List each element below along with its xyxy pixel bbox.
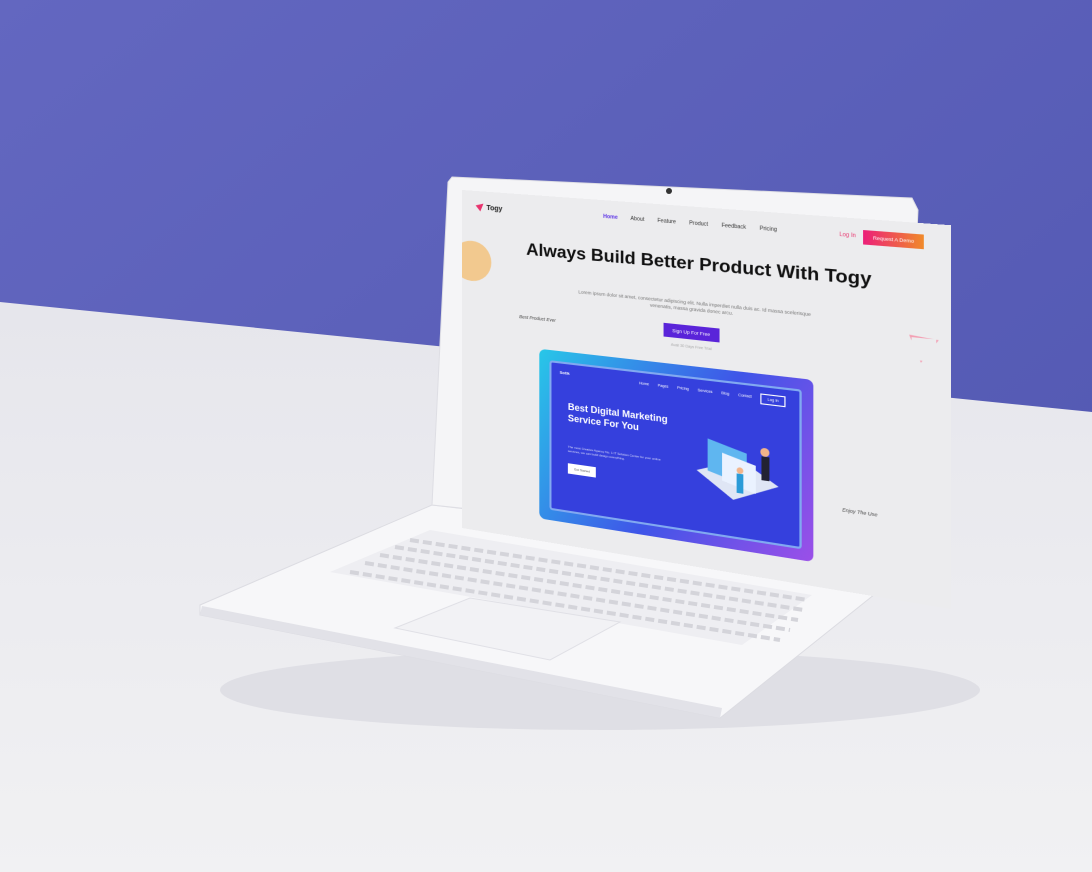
preview-headline: Best Digital Marketing Service For You — [567, 401, 668, 433]
decorative-triangle — [909, 335, 939, 365]
annotation-right: Enjoy The Use — [842, 506, 878, 518]
signup-button[interactable]: Sign Up For Free — [663, 322, 719, 343]
preview-button: Get Started — [567, 463, 597, 478]
preview-image: Sotik Home Pages Pricing Services Blog C… — [539, 348, 814, 563]
site-logo[interactable]: Togy — [476, 203, 502, 213]
preview-nav-item: Contact — [738, 392, 752, 399]
nav-home[interactable]: Home — [603, 214, 618, 221]
preview-nav-item: Pricing — [677, 385, 689, 392]
annotation-left: Best Product Ever — [519, 313, 556, 323]
preview-nav-item: Pages — [657, 383, 669, 389]
nav-feature[interactable]: Feature — [657, 218, 676, 226]
login-link[interactable]: Log In — [839, 232, 856, 240]
nav-feedback[interactable]: Feedback — [721, 223, 746, 231]
preview-text: The most Creative Agency No. 1 IT Soluti… — [567, 444, 661, 462]
preview-login: Log In — [760, 393, 786, 408]
preview-nav-item: Home — [639, 381, 650, 387]
preview-logo: Sotik — [559, 369, 570, 376]
preview-nav-item: Services — [697, 388, 713, 395]
webcam — [666, 188, 672, 194]
illustration-icon — [696, 438, 779, 507]
hero-lead: Lorem ipsum dolor sit amet, consectetur … — [578, 289, 811, 318]
nav-about[interactable]: About — [630, 216, 644, 223]
request-demo-button[interactable]: Request A Demo — [863, 229, 924, 249]
nav-pricing[interactable]: Pricing — [760, 226, 777, 234]
preview-nav-item: Blog — [721, 390, 730, 397]
logo-icon — [476, 203, 484, 212]
nav-product[interactable]: Product — [689, 220, 708, 228]
